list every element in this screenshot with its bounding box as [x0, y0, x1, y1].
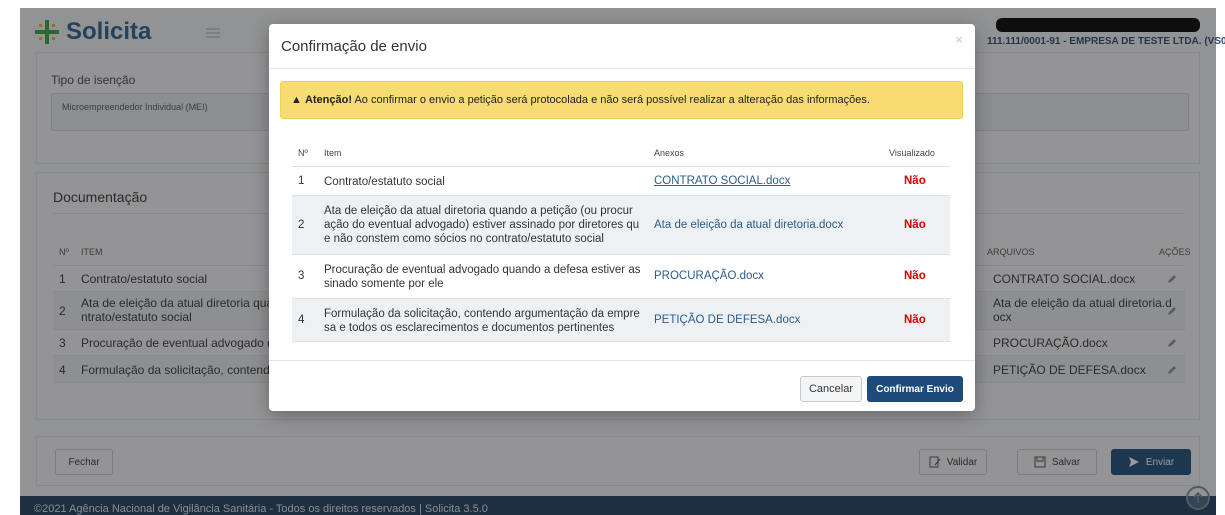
- col-header-n: Nº: [298, 148, 308, 158]
- close-icon[interactable]: ×: [955, 32, 963, 47]
- row-item-line2: sa e todos os esclarecimentos e document…: [324, 322, 615, 334]
- visualizado-status: Não: [904, 175, 926, 187]
- modal-title: Confirmação de envio: [281, 38, 427, 55]
- row-item-line2: ação do eventual advogado) estiver assin…: [324, 219, 640, 231]
- row-item-line1: Formulação da solicitação, contendo argu…: [324, 308, 640, 320]
- table-row: 1 Contrato/estatuto social CONTRATO SOCI…: [292, 166, 950, 195]
- anexo-link[interactable]: PETIÇÃO DE DEFESA.docx: [654, 314, 800, 326]
- anexo-link[interactable]: CONTRATO SOCIAL.docx: [654, 175, 790, 187]
- col-header-anexos: Anexos: [654, 148, 685, 158]
- cancel-label: Cancelar: [808, 383, 854, 395]
- divider: [269, 68, 975, 69]
- row-number: 1: [298, 175, 305, 187]
- row-item-line3: e não constem como sócios no contrato/es…: [324, 233, 604, 245]
- row-number: 4: [298, 314, 305, 326]
- alert-text: Ao confirmar o envio a petição será prot…: [352, 94, 870, 106]
- confirm-send-modal: Confirmação de envio × ▲ Atenção! Ao con…: [269, 24, 975, 411]
- visualizado-status: Não: [904, 219, 926, 231]
- warning-icon: ▲: [291, 94, 302, 106]
- row-number: 2: [298, 219, 305, 231]
- visualizado-status: Não: [904, 270, 926, 282]
- confirm-send-button[interactable]: Confirmar Envio: [867, 376, 963, 402]
- row-item-line1: Procuração de eventual advogado quando a…: [324, 264, 641, 276]
- row-number: 3: [298, 270, 305, 282]
- row-item-line1: Contrato/estatuto social: [324, 176, 445, 188]
- alert-strong: Atenção!: [304, 94, 353, 106]
- row-item-line1: Ata de eleição da atual diretoria quando…: [324, 205, 633, 217]
- table-row: 3 Procuração de eventual advogado quando…: [292, 254, 950, 298]
- table-row: 2 Ata de eleição da atual diretoria quan…: [292, 195, 950, 254]
- col-header-item: Item: [324, 148, 342, 158]
- row-item-line2: sinado somente por ele: [324, 278, 444, 290]
- anexo-link[interactable]: Ata de eleição da atual diretoria.docx: [654, 219, 843, 231]
- col-header-visualizado: Visualizado: [889, 148, 935, 158]
- confirm-label: Confirmar Envio: [876, 383, 954, 395]
- cancel-button[interactable]: Cancelar: [800, 376, 862, 402]
- warning-alert: ▲ Atenção! Ao confirmar o envio a petiçã…: [280, 81, 963, 119]
- visualizado-status: Não: [904, 314, 926, 326]
- anexo-link[interactable]: PROCURAÇÃO.docx: [654, 270, 764, 282]
- divider: [269, 360, 975, 361]
- table-row: 4 Formulação da solicitação, contendo ar…: [292, 298, 950, 342]
